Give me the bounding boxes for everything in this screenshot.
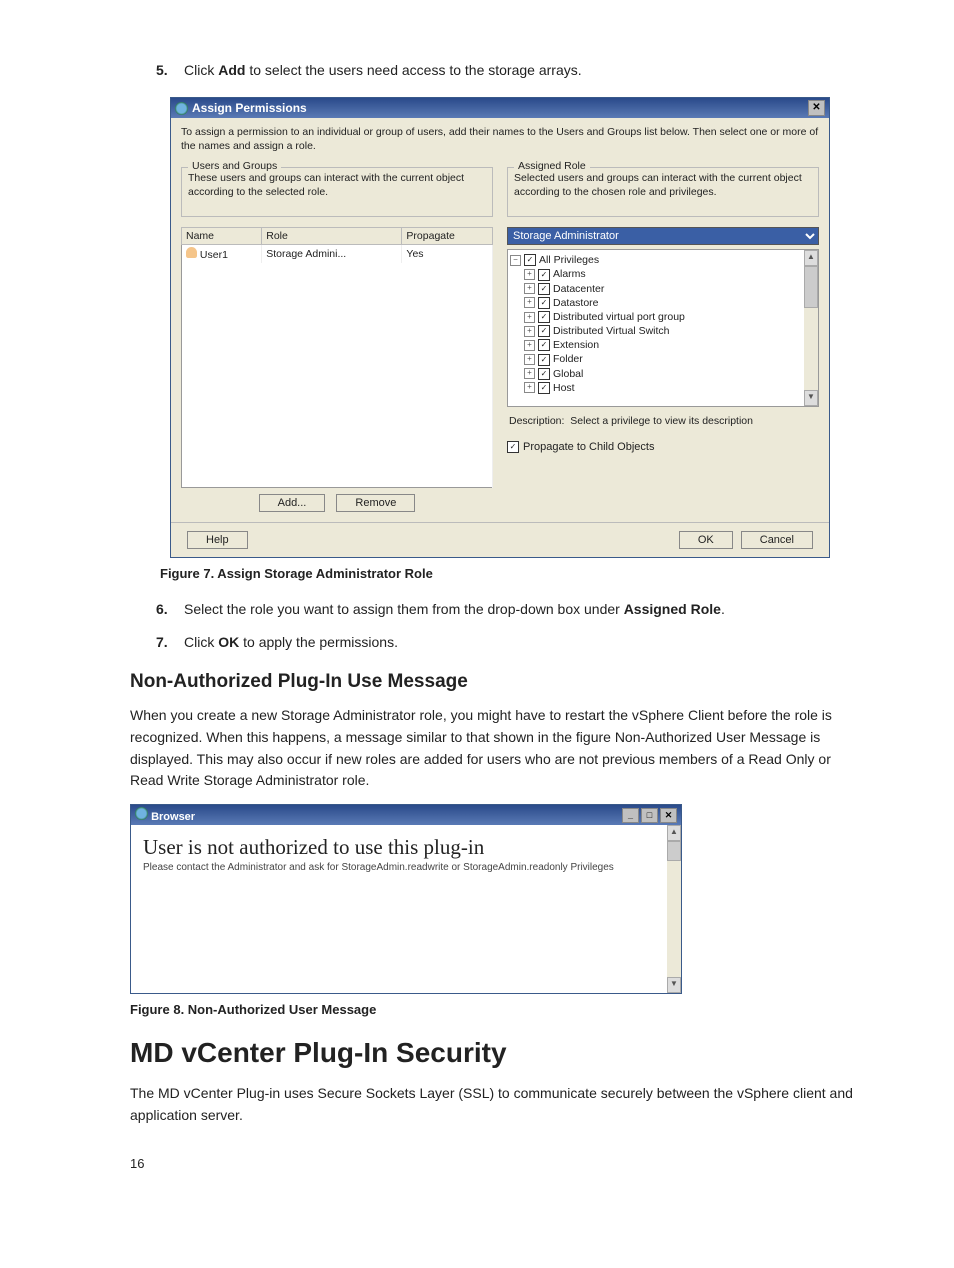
section-heading-nonauth: Non-Authorized Plug-In Use Message (130, 671, 864, 693)
step-6-number: 6. (156, 599, 184, 620)
section-heading-security: MD vCenter Plug-In Security (130, 1037, 864, 1069)
browser-titlebar: Browser _ □ ✕ (131, 805, 681, 825)
figure-7-caption: Figure 7. Assign Storage Administrator R… (160, 566, 864, 581)
maximize-icon[interactable]: □ (641, 808, 658, 823)
not-authorized-detail: Please contact the Administrator and ask… (143, 862, 673, 873)
checkbox-icon[interactable]: ✓ (538, 325, 550, 337)
minimize-icon[interactable]: _ (622, 808, 639, 823)
step-7-text: Click OK to apply the permissions. (184, 632, 398, 653)
browser-dialog: Browser _ □ ✕ User is not authorized to … (130, 804, 682, 994)
assigned-role-legend: Assigned Role (514, 160, 590, 172)
assigned-role-fieldset: Assigned Role Selected users and groups … (507, 167, 819, 217)
collapse-icon[interactable]: − (510, 255, 521, 266)
dialog-titlebar: Assign Permissions ✕ (171, 98, 829, 118)
cancel-button[interactable]: Cancel (741, 531, 813, 549)
expand-icon[interactable]: + (524, 297, 535, 308)
remove-button[interactable]: Remove (336, 494, 415, 512)
privileges-tree[interactable]: −✓All Privileges +✓Alarms +✓Datacenter +… (507, 249, 819, 407)
role-select[interactable]: Storage Administrator (507, 227, 819, 245)
checkbox-icon[interactable]: ✓ (538, 269, 550, 281)
step-5-text: Click Add to select the users need acces… (184, 60, 582, 81)
propagate-label: Propagate to Child Objects (523, 441, 654, 453)
figure-8-caption: Figure 8. Non-Authorized User Message (130, 1002, 864, 1017)
privilege-description: Description: Select a privilege to view … (507, 415, 819, 429)
dialog-title: Assign Permissions (192, 101, 307, 115)
checkbox-icon[interactable]: ✓ (538, 368, 550, 380)
user-icon (186, 247, 197, 258)
expand-icon[interactable]: + (524, 326, 535, 337)
add-button[interactable]: Add... (259, 494, 326, 512)
expand-icon[interactable]: + (524, 382, 535, 393)
step-7-number: 7. (156, 632, 184, 653)
propagate-checkbox[interactable]: ✓ (507, 441, 519, 453)
checkbox-icon[interactable]: ✓ (524, 254, 536, 266)
assigned-role-desc: Selected users and groups can interact w… (514, 172, 812, 202)
section-para-security: The MD vCenter Plug-in uses Secure Socke… (130, 1083, 864, 1126)
checkbox-icon[interactable]: ✓ (538, 339, 550, 351)
assign-permissions-dialog: Assign Permissions ✕ To assign a permiss… (170, 97, 830, 558)
expand-icon[interactable]: + (524, 269, 535, 280)
dialog-intro: To assign a permission to an individual … (181, 126, 819, 153)
ok-button[interactable]: OK (679, 531, 733, 549)
checkbox-icon[interactable]: ✓ (538, 354, 550, 366)
checkbox-icon[interactable]: ✓ (538, 382, 550, 394)
close-icon[interactable]: ✕ (808, 100, 825, 116)
expand-icon[interactable]: + (524, 354, 535, 365)
close-icon[interactable]: ✕ (660, 808, 677, 823)
users-table: Name Role Propagate User1 Storage Admini… (181, 227, 493, 488)
app-icon (175, 102, 188, 115)
table-row[interactable]: User1 Storage Admini... Yes (182, 245, 493, 264)
scroll-up-icon[interactable]: ▲ (804, 250, 818, 266)
help-button[interactable]: Help (187, 531, 248, 549)
step-6-text: Select the role you want to assign them … (184, 599, 725, 620)
browser-title: Browser (151, 811, 195, 823)
page-number: 16 (130, 1156, 864, 1171)
scrollbar[interactable]: ▲ ▼ (667, 825, 681, 993)
checkbox-icon[interactable]: ✓ (538, 283, 550, 295)
scroll-up-icon[interactable]: ▲ (667, 825, 681, 841)
expand-icon[interactable]: + (524, 340, 535, 351)
section-para-nonauth: When you create a new Storage Administra… (130, 705, 864, 792)
checkbox-icon[interactable]: ✓ (538, 311, 550, 323)
step-5-number: 5. (156, 60, 184, 81)
col-propagate[interactable]: Propagate (402, 228, 493, 245)
checkbox-icon[interactable]: ✓ (538, 297, 550, 309)
col-role[interactable]: Role (262, 228, 402, 245)
expand-icon[interactable]: + (524, 312, 535, 323)
col-name[interactable]: Name (182, 228, 262, 245)
expand-icon[interactable]: + (524, 368, 535, 379)
users-groups-fieldset: Users and Groups These users and groups … (181, 167, 493, 217)
users-groups-desc: These users and groups can interact with… (188, 172, 486, 202)
scroll-down-icon[interactable]: ▼ (804, 390, 818, 406)
scroll-down-icon[interactable]: ▼ (667, 977, 681, 993)
expand-icon[interactable]: + (524, 283, 535, 294)
users-groups-legend: Users and Groups (188, 160, 281, 172)
scrollbar[interactable]: ▲ ▼ (804, 250, 818, 406)
not-authorized-heading: User is not authorized to use this plug-… (143, 835, 673, 860)
browser-icon (135, 807, 148, 820)
